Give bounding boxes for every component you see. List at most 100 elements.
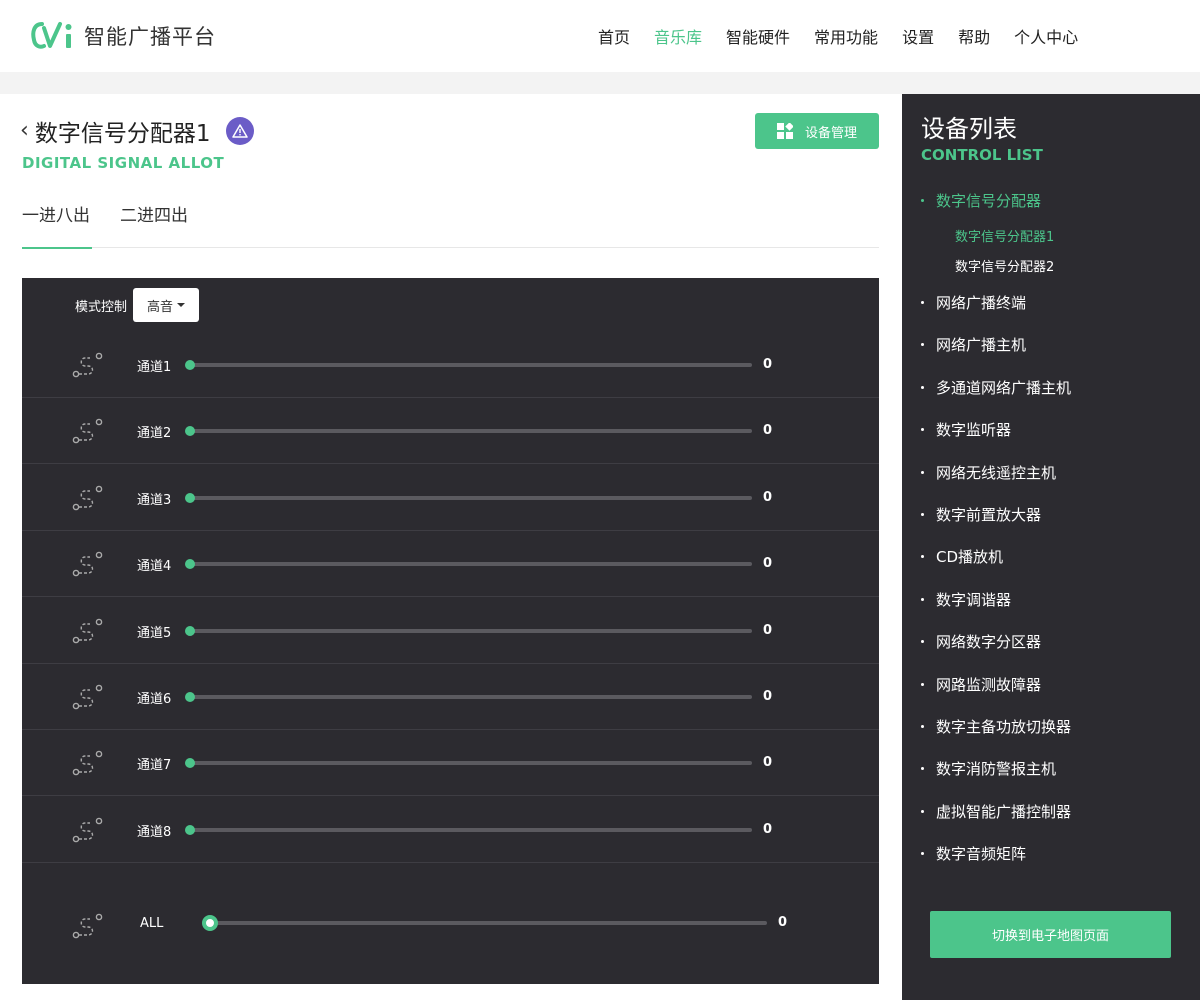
- tab-two-in-four-out[interactable]: 二进四出: [120, 204, 188, 248]
- channel-slider-knob[interactable]: [185, 758, 195, 769]
- route-icon: [72, 419, 103, 444]
- channel-row: 通道4 0: [22, 531, 879, 598]
- channel-slider-track[interactable]: [190, 761, 752, 766]
- sidebar-device-label: 网络数字分区器: [936, 633, 1042, 652]
- channel-value: 0: [763, 755, 773, 771]
- channel-slider-track[interactable]: [190, 827, 752, 832]
- page-title: 数字信号分配器1: [34, 121, 211, 147]
- nav-smart-hardware[interactable]: 智能硬件: [726, 24, 790, 48]
- channel-value: 0: [763, 689, 773, 704]
- sidebar-device-label: 网络无线遥控主机: [936, 463, 1057, 482]
- mode-select[interactable]: 高音: [133, 288, 200, 322]
- sidebar-device-item[interactable]: 网络广播终端: [921, 292, 1026, 313]
- sidebar-device-item[interactable]: 数字前置放大器: [921, 504, 1041, 525]
- sidebar-device-item[interactable]: 虚拟智能广播控制器: [921, 801, 1071, 822]
- sidebar-device-item[interactable]: 数字调谐器: [921, 589, 1011, 610]
- nav-settings[interactable]: 设置: [902, 24, 934, 48]
- channel-row: 通道1 0: [22, 332, 879, 398]
- nav-help[interactable]: 帮助: [958, 24, 990, 48]
- sidebar-device-item[interactable]: 数字消防警报主机: [921, 758, 1056, 779]
- channel-row: 通道7 0: [22, 730, 879, 797]
- route-icon: [72, 352, 103, 378]
- channel-row: 通道8 0: [22, 797, 879, 863]
- logo-mark: [31, 22, 72, 49]
- grid-icon: [776, 123, 793, 139]
- route-icon: [72, 618, 103, 643]
- main-nav: 首页 音乐库 智能硬件 常用功能 设置 帮助 个人中心: [586, 0, 1090, 72]
- sidebar-device-item[interactable]: 网路监测故障器: [921, 674, 1041, 695]
- sidebar-device-item[interactable]: 数字信号分配器: [921, 190, 1041, 211]
- channel-slider-knob[interactable]: [185, 824, 195, 835]
- channel-slider-track[interactable]: [190, 495, 752, 500]
- route-icon: [72, 913, 103, 939]
- tab-one-in-eight-out[interactable]: 一进八出: [22, 204, 92, 249]
- nav-profile[interactable]: 个人中心: [1014, 24, 1078, 48]
- sidebar-sub-device-item[interactable]: 数字信号分配器1: [955, 226, 1054, 245]
- main-content: ‹ 数字信号分配器1 DIGITAL SIGNAL ALLOT 设备管理 一进八…: [0, 94, 902, 1000]
- sidebar-device-label: 网路监测故障器: [936, 675, 1042, 694]
- all-slider-track[interactable]: [207, 921, 767, 925]
- mode-tabs: 一进八出 二进四出: [22, 204, 879, 249]
- sidebar-device-label: 虚拟智能广播控制器: [936, 802, 1072, 821]
- back-arrow-icon[interactable]: ‹: [20, 120, 29, 142]
- channel-row: 通道6 0: [22, 664, 879, 730]
- device-sidebar: 设备列表 CONTROL LIST 数字信号分配器 数字信号分配器1 数字信号分配器…: [902, 94, 1200, 1000]
- sidebar-device-label: 网络广播终端: [936, 294, 1027, 312]
- sidebar-device-label: CD播放机: [936, 548, 1004, 567]
- channel-slider-knob[interactable]: [185, 426, 195, 437]
- sidebar-device-item[interactable]: 网络数字分区器: [921, 631, 1041, 652]
- bullet-icon: [921, 640, 924, 644]
- channel-slider-track[interactable]: [190, 628, 752, 633]
- device-manage-label: 设备管理: [804, 125, 857, 141]
- bullet-icon: [921, 343, 924, 347]
- sidebar-device-item[interactable]: 网络无线遥控主机: [921, 462, 1056, 483]
- sidebar-sub-device-item[interactable]: 数字信号分配器2: [955, 256, 1054, 275]
- channel-slider-knob[interactable]: [185, 625, 195, 636]
- channel-label: 通道5: [137, 625, 172, 641]
- channel-label: 通道6: [137, 692, 172, 707]
- channel-slider-knob[interactable]: [185, 692, 195, 702]
- channel-slider-knob[interactable]: [185, 559, 195, 570]
- nav-music-library[interactable]: 音乐库: [654, 24, 702, 48]
- bullet-icon: [921, 682, 924, 686]
- channel-label: 通道3: [137, 492, 172, 508]
- bullet-icon: [921, 513, 924, 516]
- bullet-icon: [921, 725, 924, 728]
- channel-slider-knob[interactable]: [185, 492, 195, 503]
- all-value: 0: [778, 915, 788, 930]
- switch-map-button[interactable]: 切换到电子地图页面: [930, 911, 1171, 958]
- bullet-icon: [921, 301, 924, 304]
- bullet-icon: [921, 199, 924, 202]
- channel-slider-track[interactable]: [190, 363, 752, 367]
- sidebar-device-item[interactable]: CD播放机: [921, 546, 1003, 567]
- logo[interactable]: 智能广播平台: [30, 18, 216, 54]
- sidebar-device-item[interactable]: 数字监听器: [921, 419, 1011, 440]
- channel-label: 通道7: [137, 758, 172, 774]
- channel-row: 通道2 0: [22, 398, 879, 465]
- all-label: ALL: [140, 916, 164, 931]
- sidebar-title: 设备列表: [921, 115, 1017, 143]
- bullet-icon: [921, 555, 924, 559]
- channel-slider-track[interactable]: [190, 695, 752, 699]
- sidebar-device-item[interactable]: 数字主备功放切换器: [921, 716, 1071, 737]
- channel-slider-track[interactable]: [190, 562, 752, 567]
- nav-home[interactable]: 首页: [598, 24, 630, 48]
- channel-label: 通道4: [137, 559, 172, 575]
- nav-common-functions[interactable]: 常用功能: [814, 24, 878, 48]
- all-slider-knob[interactable]: [202, 915, 218, 931]
- channel-slider-track[interactable]: [190, 429, 752, 434]
- sidebar-device-item[interactable]: 多通道网络广播主机: [921, 377, 1071, 398]
- warning-icon[interactable]: [226, 117, 255, 145]
- sidebar-device-label: 数字音频矩阵: [936, 845, 1027, 864]
- channel-slider-knob[interactable]: [185, 360, 195, 370]
- caret-down-icon: [177, 303, 186, 307]
- channel-value: 0: [763, 423, 773, 439]
- sidebar-device-item[interactable]: 数字音频矩阵: [921, 843, 1026, 864]
- mode-label: 模式控制: [75, 299, 128, 315]
- sidebar-device-item[interactable]: 网络广播主机: [921, 334, 1026, 355]
- device-manage-button[interactable]: 设备管理: [755, 113, 879, 149]
- top-header: 智能广播平台 首页 音乐库 智能硬件 常用功能 设置 帮助 个人中心: [0, 0, 1200, 72]
- channel-panel: 模式控制 高音 通道1 0 通道2 0 通道3 0 通道4 0 通道5 0 通道6 0 通道7 0 通道8 0…: [22, 278, 879, 984]
- route-icon: [72, 551, 103, 577]
- sidebar-device-label: 多通道网络广播主机: [936, 378, 1072, 397]
